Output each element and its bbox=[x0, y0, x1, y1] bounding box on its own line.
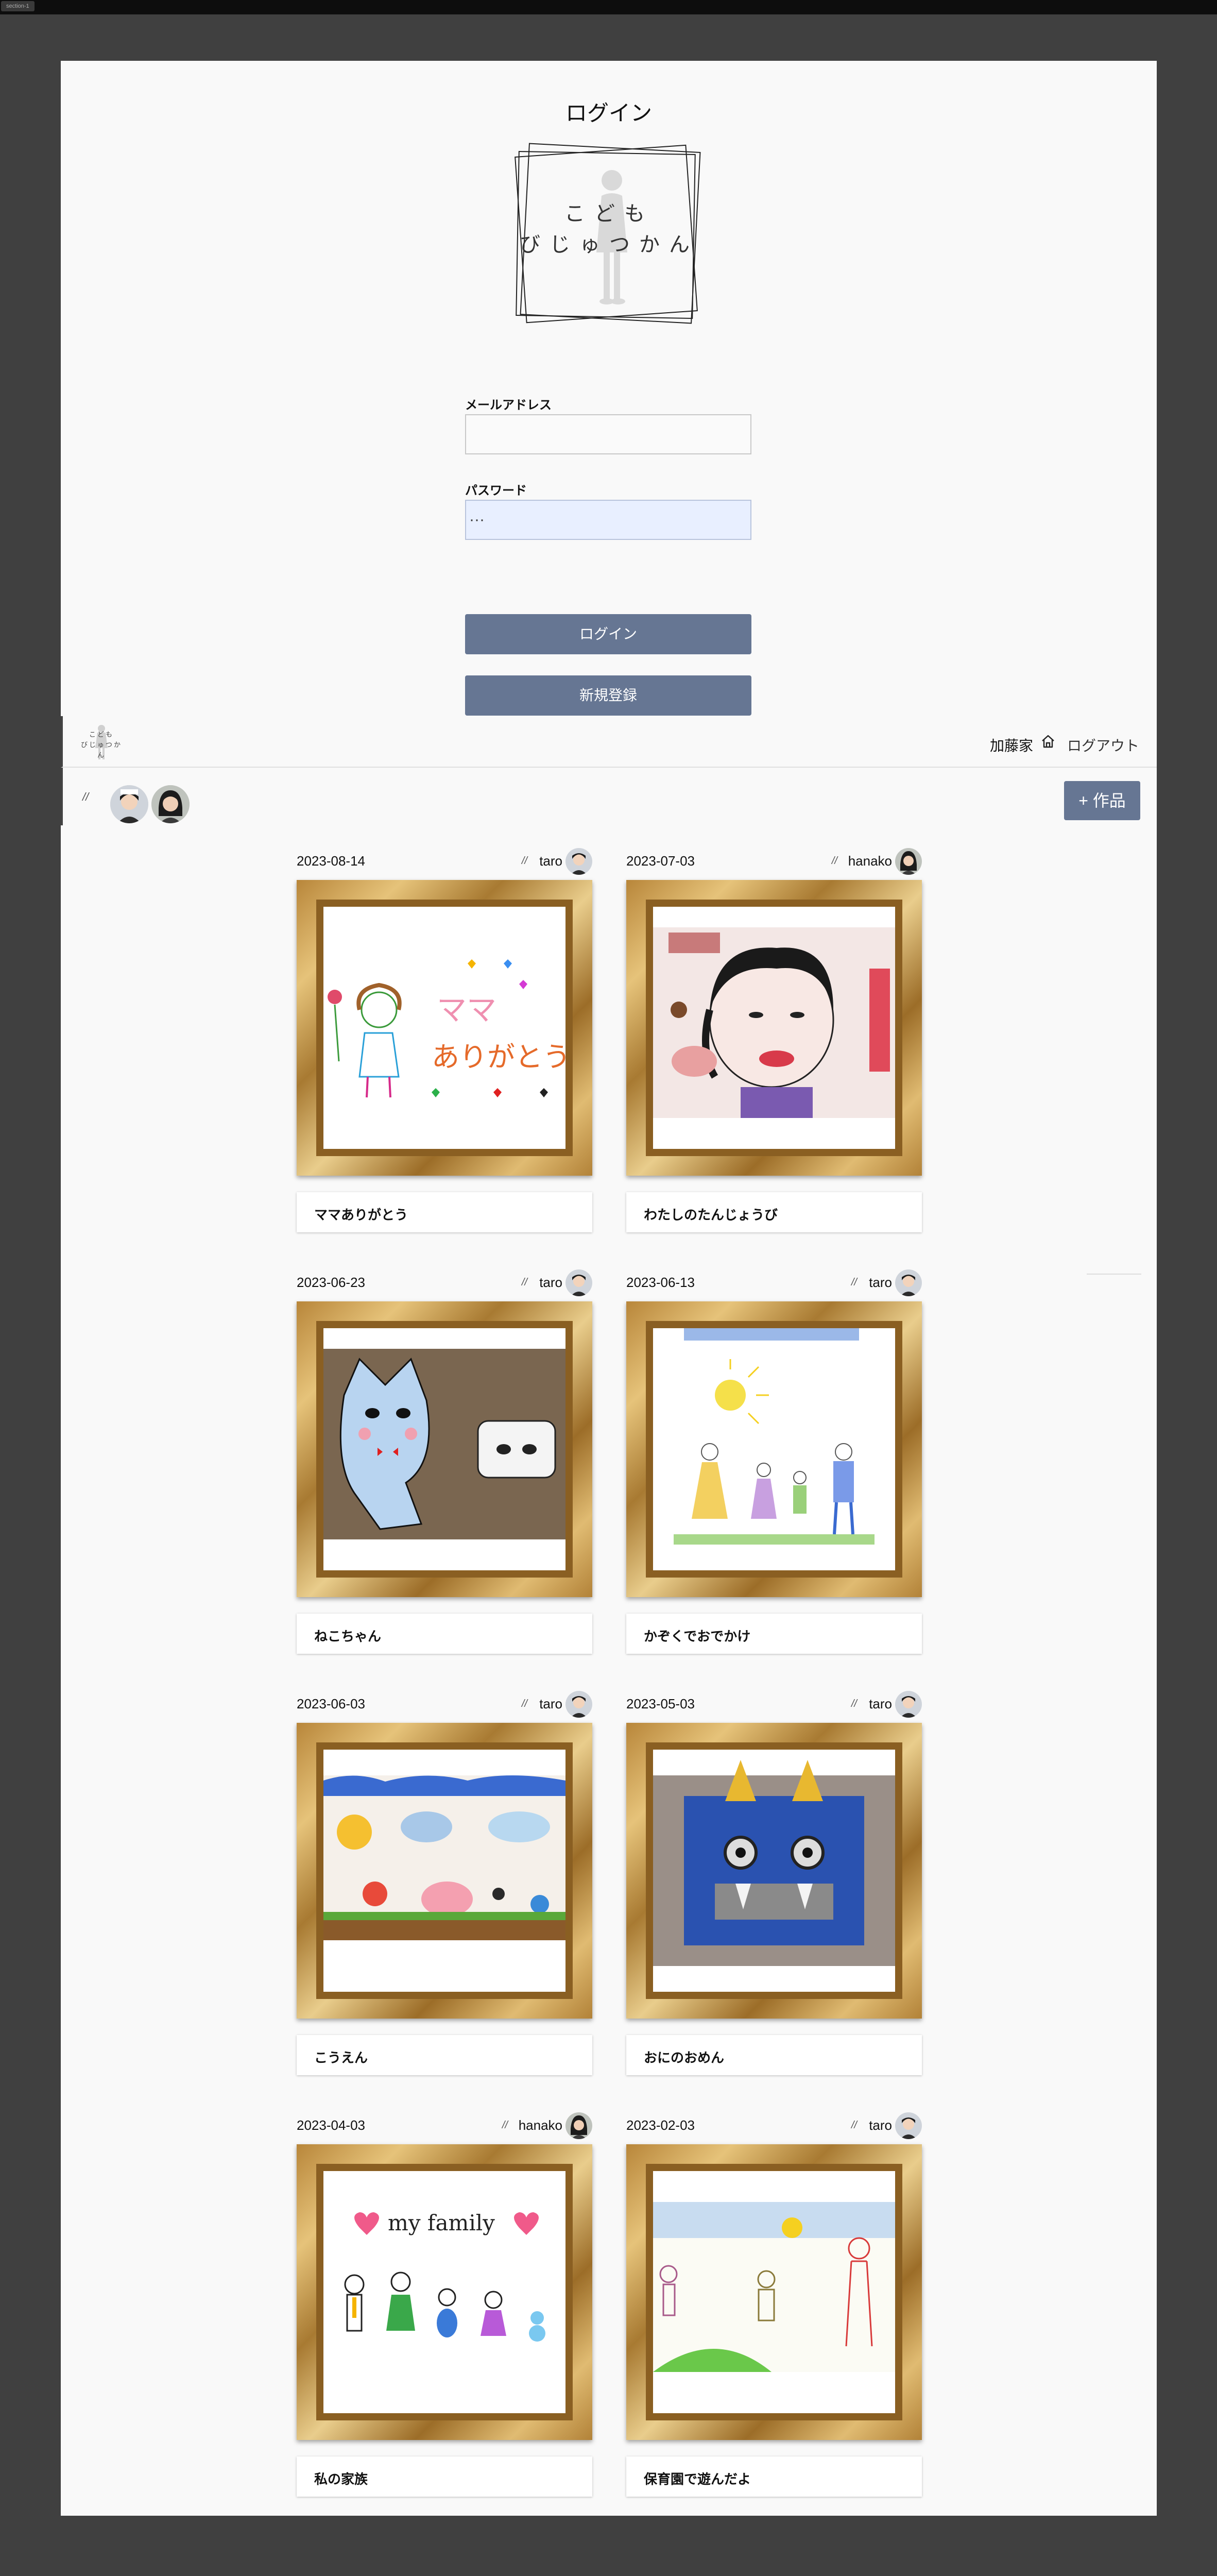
artwork-date: 2023-04-03 bbox=[297, 2117, 365, 2133]
login-title: ログイン bbox=[565, 101, 652, 125]
logo-line-1: こども bbox=[564, 202, 654, 226]
page-container: ログイン こども びじゅつかん メールアドレス パスワード ··· ログイン 新… bbox=[61, 61, 1157, 2516]
artwork-date: 2023-05-03 bbox=[626, 1696, 695, 1711]
artwork-frame[interactable] bbox=[626, 1723, 922, 2019]
artwork-date: 2023-02-03 bbox=[626, 2117, 695, 2133]
artwork-title-box[interactable]: こうえん bbox=[297, 2035, 592, 2075]
artwork-date: 2023-06-03 bbox=[297, 1696, 365, 1711]
author-avatar bbox=[565, 848, 592, 875]
email-label: メールアドレス bbox=[465, 398, 552, 412]
member-bar: // + 作品 bbox=[61, 768, 1157, 825]
login-button[interactable]: ログイン bbox=[465, 614, 751, 654]
artwork-author: taro bbox=[869, 1275, 892, 1290]
artwork-title-box[interactable]: かぞくでおでかけ bbox=[626, 1614, 922, 1654]
home-icon[interactable] bbox=[1040, 734, 1056, 749]
artwork-image-nursery bbox=[653, 2171, 895, 2413]
header-logo-line-1: こども bbox=[89, 731, 114, 738]
artwork-author: taro bbox=[869, 2117, 892, 2133]
avatar-hanako[interactable] bbox=[151, 785, 190, 823]
artwork-image-park bbox=[323, 1750, 565, 1992]
artwork-title-box[interactable]: ママありがとう bbox=[297, 1192, 592, 1232]
artwork-slash: // bbox=[521, 855, 527, 867]
artwork-image-my-family: my family bbox=[323, 2171, 565, 2413]
artwork-author: taro bbox=[539, 1696, 562, 1711]
artwork-frame[interactable] bbox=[626, 1301, 922, 1597]
author-avatar bbox=[895, 1691, 922, 1718]
drawing-text-arigatou: ありがとう bbox=[432, 1041, 565, 1073]
logo-line-2: びじゅつかん bbox=[520, 233, 699, 257]
artwork-image-cat bbox=[323, 1328, 565, 1570]
artwork-title-box[interactable]: わたしのたんじょうび bbox=[626, 1192, 922, 1232]
section-tag: section-1 bbox=[1, 1, 35, 11]
artwork-title-box[interactable]: 私の家族 bbox=[297, 2456, 592, 2497]
app-header: こども びじゅつかん 加藤家 ログアウト bbox=[61, 716, 1157, 768]
artwork-title: ねこちゃん bbox=[314, 1629, 382, 1644]
artwork-slash: // bbox=[851, 1698, 857, 1709]
side-divider bbox=[1087, 1274, 1141, 1275]
artwork-slash: // bbox=[831, 855, 837, 867]
artwork-date: 2023-08-14 bbox=[297, 853, 365, 869]
artwork-frame[interactable]: ママ ありがとう bbox=[297, 880, 592, 1176]
artwork-slash: // bbox=[851, 2120, 857, 2131]
artwork-title: こうえん bbox=[314, 2050, 368, 2065]
artwork-image-family-outing bbox=[653, 1328, 895, 1570]
password-label: パスワード bbox=[465, 484, 527, 498]
artwork-image-mama-arigatou: ママ ありがとう bbox=[323, 907, 565, 1149]
family-name: 加藤家 bbox=[989, 738, 1033, 754]
artwork-title: かぞくでおでかけ bbox=[644, 1629, 751, 1644]
author-avatar bbox=[565, 1269, 592, 1296]
artwork-author: taro bbox=[869, 1696, 892, 1711]
artwork-frame[interactable] bbox=[626, 880, 922, 1176]
signup-button[interactable]: 新規登録 bbox=[465, 675, 751, 716]
artwork-date: 2023-07-03 bbox=[626, 853, 695, 869]
drawing-text-mama: ママ bbox=[437, 992, 496, 1027]
header-logo-line-2: びじゅつかん bbox=[80, 741, 122, 759]
artwork-author: taro bbox=[539, 1275, 562, 1290]
author-avatar bbox=[895, 2112, 922, 2139]
site-logo: こども びじゅつかん bbox=[514, 139, 705, 330]
artwork-title: ママありがとう bbox=[314, 1207, 408, 1223]
artwork-title: わたしのたんじょうび bbox=[644, 1207, 778, 1223]
author-avatar bbox=[565, 2112, 592, 2139]
author-avatar bbox=[895, 848, 922, 875]
artwork-slash: // bbox=[521, 1277, 527, 1288]
logout-link[interactable]: ログアウト bbox=[1067, 735, 1139, 755]
artwork-date: 2023-06-23 bbox=[297, 1275, 365, 1290]
artwork-frame[interactable] bbox=[297, 1301, 592, 1597]
artwork-title-box[interactable]: ねこちゃん bbox=[297, 1614, 592, 1654]
artwork-frame[interactable]: my family bbox=[297, 2144, 592, 2440]
artwork-date: 2023-06-13 bbox=[626, 1275, 695, 1290]
boy-avatar-icon bbox=[110, 785, 148, 823]
browser-top-bar: section-1 bbox=[0, 0, 1217, 14]
header-logo[interactable]: こども びじゅつかん bbox=[78, 722, 125, 761]
author-avatar bbox=[895, 1269, 922, 1296]
email-field[interactable] bbox=[465, 414, 751, 454]
password-field[interactable]: ··· bbox=[465, 500, 751, 540]
artwork-title: 保育園で遊んだよ bbox=[644, 2471, 751, 2487]
artwork-frame[interactable] bbox=[626, 2144, 922, 2440]
artwork-image-birthday bbox=[653, 907, 895, 1149]
artwork-author: taro bbox=[539, 853, 562, 869]
artwork-slash: // bbox=[851, 1277, 857, 1288]
artwork-frame[interactable] bbox=[297, 1723, 592, 2019]
artwork-title-box[interactable]: 保育園で遊んだよ bbox=[626, 2456, 922, 2497]
artwork-slash: // bbox=[502, 2120, 508, 2131]
artwork-author: hanako bbox=[518, 2117, 562, 2133]
artwork-title: 私の家族 bbox=[314, 2471, 368, 2487]
artwork-author: hanako bbox=[848, 853, 892, 869]
artwork-title: おにのおめん bbox=[644, 2050, 725, 2065]
avatar-taro[interactable] bbox=[110, 785, 148, 823]
artwork-image-oni-mask bbox=[653, 1750, 895, 1992]
drawing-text-my-family: my family bbox=[388, 2210, 495, 2235]
member-slash: // bbox=[82, 790, 89, 803]
girl-avatar-icon bbox=[151, 785, 190, 823]
artwork-slash: // bbox=[521, 1698, 527, 1709]
author-avatar bbox=[565, 1691, 592, 1718]
artwork-title-box[interactable]: おにのおめん bbox=[626, 2035, 922, 2075]
add-artwork-button[interactable]: + 作品 bbox=[1064, 781, 1140, 820]
